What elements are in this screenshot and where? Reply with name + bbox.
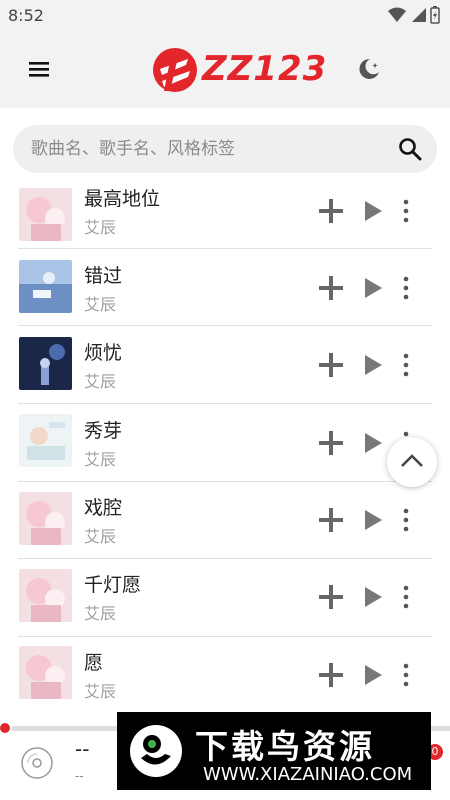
song-cover bbox=[19, 188, 72, 241]
song-cover bbox=[19, 337, 72, 390]
add-icon[interactable] bbox=[318, 662, 344, 688]
more-icon[interactable] bbox=[398, 198, 414, 224]
song-title: 戏腔 bbox=[84, 497, 123, 519]
bird-logo-icon bbox=[125, 720, 187, 782]
now-playing-title: -- bbox=[75, 737, 90, 761]
song-row[interactable]: 错过 艾辰 bbox=[0, 249, 450, 327]
song-title: 千灯愿 bbox=[84, 574, 142, 596]
song-title: 最高地位 bbox=[84, 188, 161, 210]
scroll-to-top-button[interactable] bbox=[387, 437, 437, 487]
app-logo[interactable]: ZZ123 bbox=[150, 42, 326, 98]
play-icon[interactable] bbox=[363, 586, 383, 608]
add-icon[interactable] bbox=[318, 275, 344, 301]
play-icon[interactable] bbox=[363, 509, 383, 531]
song-cover bbox=[19, 492, 72, 545]
song-row[interactable]: 千灯愿 艾辰 bbox=[0, 559, 450, 637]
song-title: 愿 bbox=[84, 652, 104, 674]
watermark-title: 下载鸟资源 bbox=[195, 727, 375, 766]
add-icon[interactable] bbox=[318, 198, 344, 224]
more-icon[interactable] bbox=[398, 584, 414, 610]
play-icon[interactable] bbox=[363, 277, 383, 299]
song-title: 秀芽 bbox=[84, 420, 123, 442]
more-icon[interactable] bbox=[398, 275, 414, 301]
status-time: 8:52 bbox=[8, 6, 44, 25]
song-row[interactable]: 愿 艾辰 bbox=[0, 637, 450, 708]
song-title: 错过 bbox=[84, 265, 123, 287]
add-icon[interactable] bbox=[318, 507, 344, 533]
search-input[interactable] bbox=[31, 135, 371, 163]
status-bar: 8:52 bbox=[0, 0, 450, 32]
song-artist: 艾辰 bbox=[84, 218, 117, 237]
wifi-icon bbox=[388, 7, 406, 22]
app-header: ZZ123 bbox=[0, 32, 450, 108]
menu-icon[interactable] bbox=[26, 56, 52, 82]
song-artist: 艾辰 bbox=[84, 527, 117, 546]
chevron-up-icon bbox=[401, 454, 423, 467]
song-row[interactable]: 秀芽 艾辰 bbox=[0, 405, 450, 483]
add-icon[interactable] bbox=[318, 584, 344, 610]
add-icon[interactable] bbox=[318, 352, 344, 378]
song-cover bbox=[19, 569, 72, 622]
play-icon[interactable] bbox=[363, 354, 383, 376]
progress-handle[interactable] bbox=[0, 721, 12, 735]
add-icon[interactable] bbox=[318, 430, 344, 456]
play-icon[interactable] bbox=[363, 200, 383, 222]
signal-icon bbox=[412, 8, 426, 22]
song-cover bbox=[19, 414, 72, 467]
song-artist: 艾辰 bbox=[84, 450, 117, 469]
divider bbox=[18, 403, 432, 404]
play-icon[interactable] bbox=[363, 432, 383, 454]
song-row[interactable]: 戏腔 艾辰 bbox=[0, 482, 450, 560]
watermark-url: WWW.XIAZAINIAO.COM bbox=[203, 764, 413, 785]
song-artist: 艾辰 bbox=[84, 682, 117, 701]
more-icon[interactable] bbox=[398, 352, 414, 378]
logo-text: ZZ123 bbox=[202, 49, 328, 89]
dark-mode-icon[interactable] bbox=[356, 56, 382, 82]
song-row[interactable]: 最高地位 艾辰 bbox=[0, 178, 450, 249]
more-icon[interactable] bbox=[398, 507, 414, 533]
song-artist: 艾辰 bbox=[84, 604, 117, 623]
divider bbox=[18, 325, 432, 326]
song-row[interactable]: 烦忧 艾辰 bbox=[0, 327, 450, 405]
play-icon[interactable] bbox=[363, 664, 383, 686]
song-cover bbox=[19, 260, 72, 313]
song-artist: 艾辰 bbox=[84, 372, 117, 391]
logo-mark-icon bbox=[153, 48, 197, 92]
more-icon[interactable] bbox=[398, 662, 414, 688]
song-artist: 艾辰 bbox=[84, 295, 117, 314]
status-icons bbox=[388, 6, 440, 24]
search-bar bbox=[13, 125, 437, 173]
disc-icon[interactable] bbox=[20, 746, 54, 780]
song-cover bbox=[19, 646, 72, 699]
battery-icon bbox=[430, 6, 440, 24]
search-icon[interactable] bbox=[397, 136, 423, 162]
song-title: 烦忧 bbox=[84, 342, 123, 364]
song-list: 最高地位 艾辰 错过 艾辰 烦忧 艾辰 秀芽 艾辰 戏腔 艾辰 千灯愿 艾辰 愿… bbox=[0, 178, 450, 708]
watermark: 下载鸟资源 WWW.XIAZAINIAO.COM bbox=[117, 712, 431, 790]
now-playing-artist: -- bbox=[75, 769, 84, 783]
